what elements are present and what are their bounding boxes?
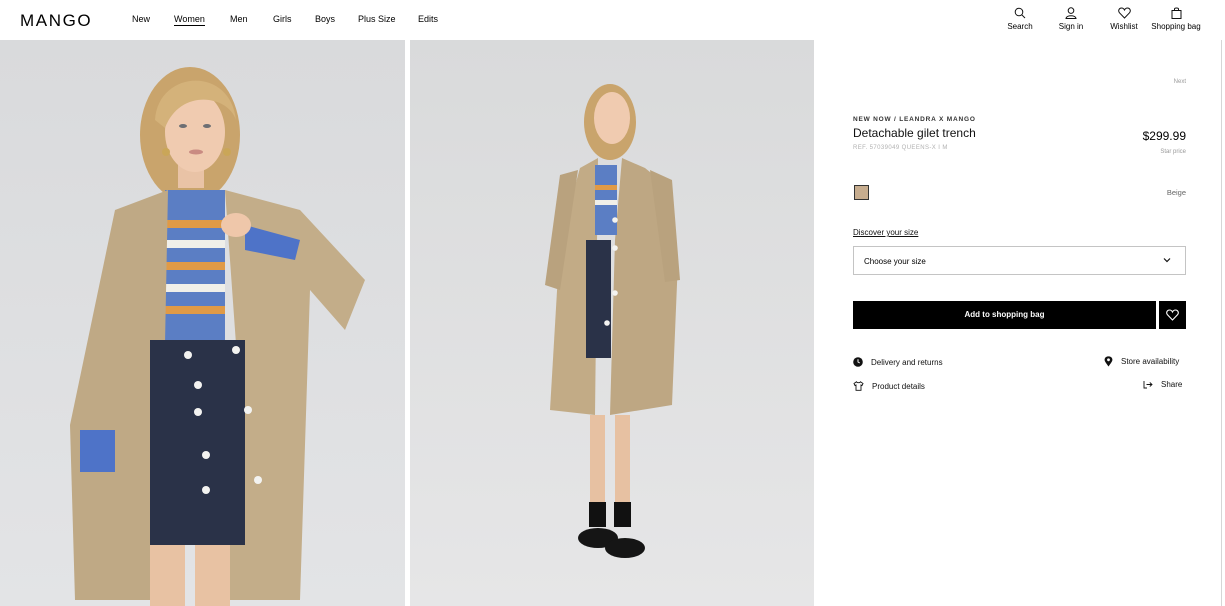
- nav-new[interactable]: New: [132, 14, 150, 24]
- product-reference: REF. 57039049 QUEENS-X I M: [853, 145, 948, 151]
- delivery-returns-label: Delivery and returns: [871, 357, 943, 367]
- shopping-bag-button[interactable]: Shopping bag: [1151, 7, 1201, 31]
- sign-in-label: Sign in: [1058, 22, 1084, 31]
- heart-icon: [1117, 7, 1131, 19]
- share-label: Share: [1161, 380, 1183, 389]
- nav-women[interactable]: Women: [174, 14, 205, 26]
- product-image-front-closeup[interactable]: [0, 40, 405, 606]
- product-info-panel: Next NEW NOW / LEANDRA X MANGO Detachabl…: [815, 40, 1220, 606]
- product-image-full-length[interactable]: [410, 40, 814, 606]
- search-label: Search: [1007, 22, 1033, 31]
- product-price: $299.99: [1142, 129, 1186, 143]
- nav-boys[interactable]: Boys: [315, 14, 335, 24]
- search-button[interactable]: Search: [1007, 7, 1033, 31]
- size-select[interactable]: Choose your size: [853, 246, 1186, 275]
- selected-color-name: Beige: [1166, 188, 1186, 197]
- site-header: MANGO New Women Men Girls Boys Plus Size…: [0, 0, 1225, 40]
- discover-size-link[interactable]: Discover your size: [853, 228, 918, 237]
- nav-edits[interactable]: Edits: [418, 14, 438, 24]
- mango-logo[interactable]: MANGO: [20, 11, 92, 31]
- heart-icon: [1166, 309, 1179, 321]
- page-scroll-border: [1221, 40, 1222, 606]
- sign-in-button[interactable]: Sign in: [1058, 7, 1084, 31]
- share-icon: [1143, 381, 1153, 389]
- product-details-label: Product details: [872, 381, 925, 391]
- next-product-link[interactable]: Next: [1174, 79, 1186, 85]
- clock-icon: [853, 357, 863, 367]
- product-details-link[interactable]: Product details: [853, 381, 925, 391]
- color-swatch-beige[interactable]: [854, 185, 869, 200]
- store-availability-label: Store availability: [1121, 357, 1180, 366]
- add-to-bag-button[interactable]: Add to shopping bag: [853, 301, 1156, 329]
- user-icon: [1065, 7, 1077, 19]
- wishlist-label: Wishlist: [1110, 22, 1138, 31]
- shopping-bag-icon: [1171, 7, 1181, 19]
- delivery-returns-link[interactable]: Delivery and returns: [853, 357, 943, 367]
- product-collection: NEW NOW / LEANDRA X MANGO: [853, 116, 976, 123]
- nav-men[interactable]: Men: [230, 14, 248, 24]
- location-pin-icon: [1104, 356, 1113, 367]
- size-select-label: Choose your size: [864, 257, 926, 266]
- nav-girls[interactable]: Girls: [273, 14, 292, 24]
- add-to-wishlist-button[interactable]: [1159, 301, 1186, 329]
- product-title: Detachable gilet trench: [853, 126, 976, 140]
- tshirt-icon: [853, 381, 864, 391]
- nav-plus-size[interactable]: Plus Size: [358, 14, 396, 24]
- wishlist-button[interactable]: Wishlist: [1109, 7, 1139, 31]
- store-availability-link[interactable]: Store availability: [1104, 356, 1179, 367]
- share-link[interactable]: Share: [1143, 380, 1182, 389]
- search-icon: [1014, 7, 1026, 19]
- chevron-down-icon: [1163, 258, 1171, 263]
- shopping-bag-label: Shopping bag: [1151, 22, 1201, 31]
- price-note: Star price: [1160, 149, 1186, 155]
